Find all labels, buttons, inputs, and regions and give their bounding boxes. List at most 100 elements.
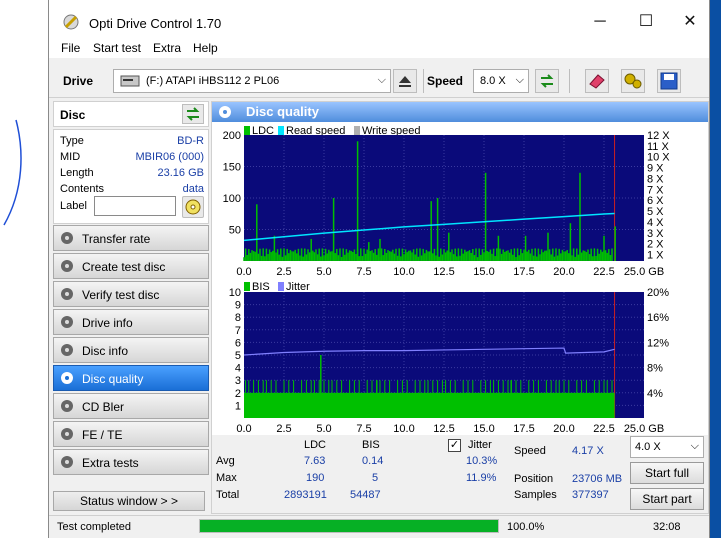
disc-icon xyxy=(61,428,73,440)
x-tick: 12.5 xyxy=(433,266,454,278)
stats-ldc-avg: 7.63 xyxy=(304,455,326,467)
legend-swatch xyxy=(354,126,360,135)
nav-label: Disc quality xyxy=(82,372,144,386)
disc-info-value: data xyxy=(182,183,204,195)
x-tick: 20.0 xyxy=(553,423,574,435)
legend-swatch xyxy=(278,282,284,291)
drive-select-value: (F:) ATAPI iHBS112 2 PL06 xyxy=(146,75,280,87)
disc-refresh-button[interactable] xyxy=(182,104,204,124)
app-icon xyxy=(63,14,79,30)
start-part-button[interactable]: Start part xyxy=(630,488,704,510)
toolbar: Drive (F:) ATAPI iHBS112 2 PL06 ⌵ Speed … xyxy=(49,62,709,98)
menu-file[interactable]: File xyxy=(61,41,80,55)
samples-label: Samples xyxy=(514,489,557,501)
jitter-label: Jitter xyxy=(468,439,492,451)
disc-info-value: MBIR06 (000) xyxy=(135,151,204,163)
nav-label: Transfer rate xyxy=(82,232,151,246)
nav-extra-tests[interactable]: Extra tests xyxy=(53,449,209,475)
title-bar: Opti Drive Control 1.70 ─ ☐ ✕ xyxy=(49,0,709,42)
legend-label: Jitter xyxy=(286,281,310,293)
speed-select-value: 8.0 X xyxy=(480,75,506,87)
speed-stat-value: 4.17 X xyxy=(572,445,604,457)
y-tick-right: 20% xyxy=(647,287,669,299)
nav-label: CD Bler xyxy=(82,400,125,414)
x-tick: 0.0 xyxy=(236,266,251,278)
nav-verify-test-disc[interactable]: Verify test disc xyxy=(53,281,209,307)
y-tick-left: 7 xyxy=(235,325,241,337)
close-button[interactable]: ✕ xyxy=(667,8,713,36)
menu-extra[interactable]: Extra xyxy=(153,41,181,55)
y-tick-left: 50 xyxy=(229,225,241,237)
nav-label: Create test disc xyxy=(82,260,166,274)
disc-header: Disc xyxy=(53,101,209,127)
y-tick-right: 8% xyxy=(647,363,663,375)
disc-icon xyxy=(61,400,73,412)
start-full-button[interactable]: Start full xyxy=(630,462,704,484)
x-tick: 10.0 xyxy=(393,266,414,278)
menu-bar: File Start test Extra Help xyxy=(49,38,709,58)
jitter-checkbox[interactable]: ✓ xyxy=(448,439,461,452)
label-input[interactable] xyxy=(94,196,176,216)
stats-ldc-total: 2893191 xyxy=(284,489,327,501)
nav-fe-te[interactable]: FE / TE xyxy=(53,421,209,447)
x-tick: 0.0 xyxy=(236,423,251,435)
disc-info-key: Length xyxy=(60,167,94,179)
gears-icon xyxy=(624,73,642,89)
nav-disc-quality[interactable]: Disc quality xyxy=(53,365,209,391)
eject-icon xyxy=(399,76,411,87)
stats-bis-avg: 0.14 xyxy=(362,455,384,467)
y-tick-left: 200 xyxy=(223,130,241,142)
test-speed-value: 4.0 X xyxy=(635,441,661,453)
pen-scribble xyxy=(3,119,22,226)
x-tick: 10.0 xyxy=(393,423,414,435)
menu-start-test[interactable]: Start test xyxy=(93,41,141,55)
status-text: Test completed xyxy=(57,521,131,533)
drive-select[interactable]: (F:) ATAPI iHBS112 2 PL06 ⌵ xyxy=(113,69,391,93)
y-tick-right: 12% xyxy=(647,337,669,349)
maximize-button[interactable]: ☐ xyxy=(623,8,669,36)
status-window-button[interactable]: Status window > > xyxy=(53,491,205,511)
refresh-speed-button[interactable] xyxy=(535,69,559,93)
settings-button[interactable] xyxy=(621,69,645,93)
save-button[interactable] xyxy=(657,69,681,93)
y-tick-left: 3 xyxy=(235,375,241,387)
x-tick: 25.0 GB xyxy=(624,266,664,278)
x-tick: 20.0 xyxy=(553,266,574,278)
speed-label: Speed xyxy=(427,74,464,88)
disc-info-key: MID xyxy=(60,151,81,163)
minimize-button[interactable]: ─ xyxy=(577,8,623,36)
label-apply-button[interactable] xyxy=(182,196,204,218)
legend-swatch xyxy=(278,126,284,135)
disc-header-label: Disc xyxy=(60,108,86,122)
speed-select[interactable]: 8.0 X ⌵ xyxy=(473,69,529,93)
x-tick: 22.5 xyxy=(593,423,614,435)
disc-info-key: Contents xyxy=(60,183,105,195)
nav-drive-info[interactable]: Drive info xyxy=(53,309,209,335)
test-speed-select[interactable]: 4.0 X ⌵ xyxy=(630,436,704,458)
erase-button[interactable] xyxy=(585,69,609,93)
nav-transfer-rate[interactable]: Transfer rate xyxy=(53,225,209,251)
disc-write-icon xyxy=(185,199,201,215)
disc-info-box: Type BD-R MID MBIR06 (000) Length 23.16 … xyxy=(53,129,209,224)
y-tick-left: 8 xyxy=(235,312,241,324)
y-tick-right: 16% xyxy=(647,312,669,324)
status-bar: Test completed 100.0% 32:08 xyxy=(49,515,709,537)
menu-help[interactable]: Help xyxy=(193,41,218,55)
main-panel: Disc quality LDC Read speed Write speed 200… xyxy=(211,101,709,514)
stats-jitter-max: 11.9% xyxy=(466,472,497,484)
nav-create-test-disc[interactable]: Create test disc xyxy=(53,253,209,279)
disc-icon xyxy=(61,344,73,356)
nav-cd-bler[interactable]: CD Bler xyxy=(53,393,209,419)
stats-row-label: Total xyxy=(216,489,240,501)
eject-button[interactable] xyxy=(393,69,417,93)
desktop-left xyxy=(0,0,48,538)
nav-disc-info[interactable]: Disc info xyxy=(53,337,209,363)
y-tick-left: 100 xyxy=(223,193,241,205)
refresh-arrows-icon xyxy=(540,74,554,88)
disc-info-row: Type BD-R xyxy=(60,135,204,151)
y-tick-right: 1 X xyxy=(647,249,664,261)
eraser-icon xyxy=(589,74,605,89)
window-title: Opti Drive Control 1.70 xyxy=(89,16,222,31)
x-tick: 25.0 GB xyxy=(624,423,664,435)
y-tick-right: 4% xyxy=(647,388,663,400)
